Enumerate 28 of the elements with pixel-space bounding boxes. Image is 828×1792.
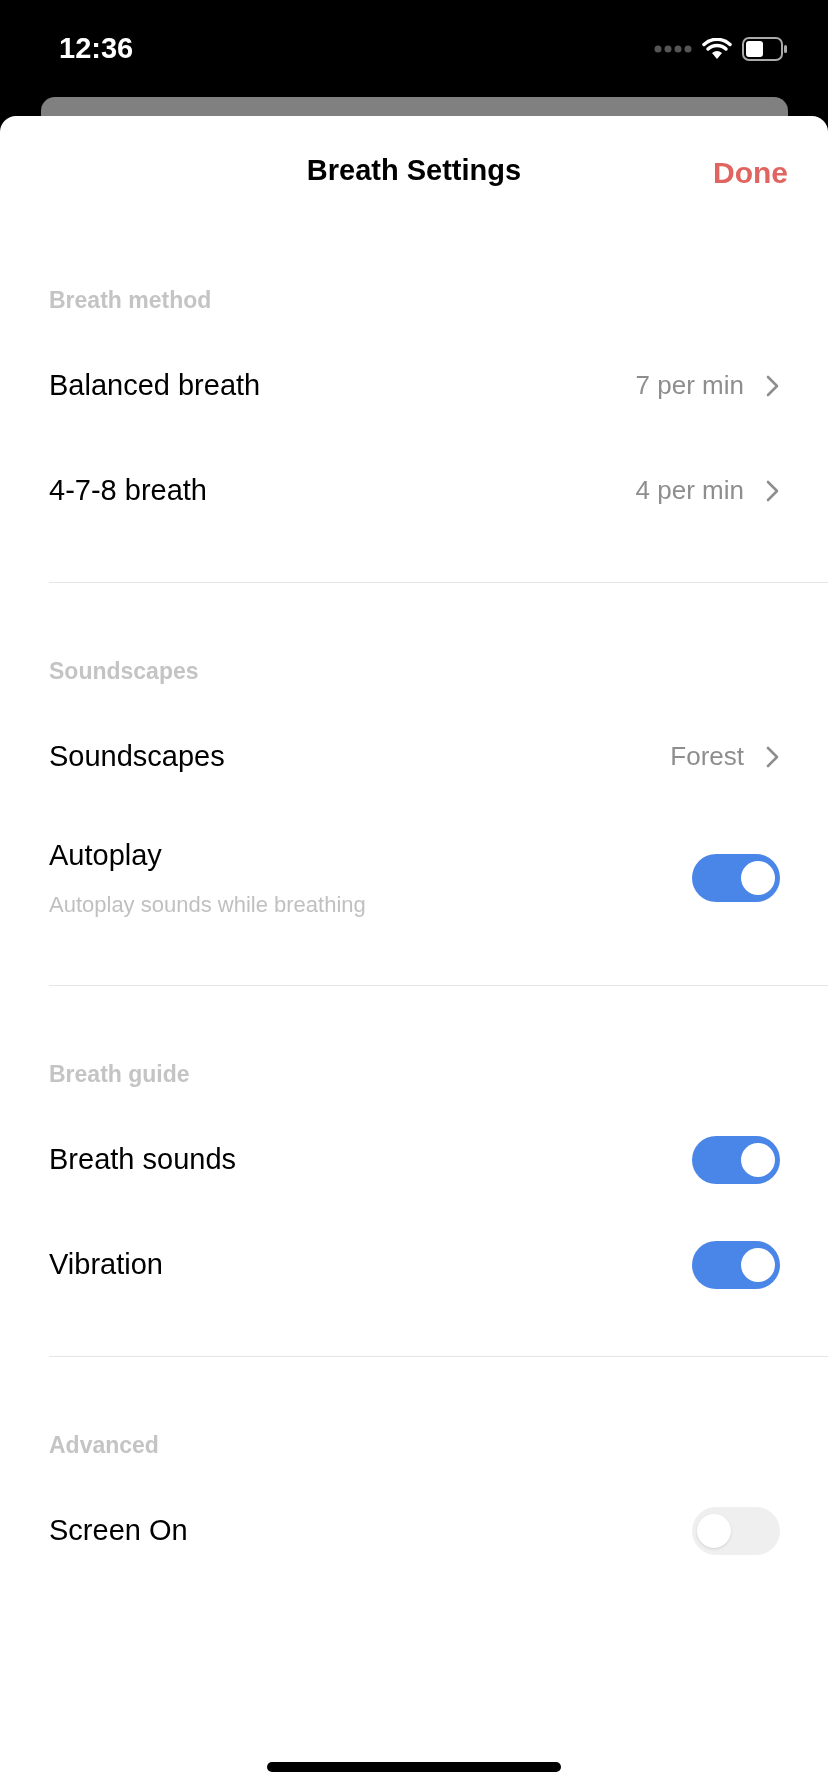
section-header: Advanced: [49, 1430, 159, 1460]
wifi-icon: [702, 37, 732, 60]
setting-value: Forest: [670, 740, 744, 773]
chevron-right-icon[interactable]: [766, 479, 779, 502]
setting-label: Breath sounds: [49, 1141, 236, 1177]
section-header: Breath method: [49, 285, 212, 315]
toggle-switch[interactable]: [692, 853, 780, 902]
toggle-switch[interactable]: [692, 1240, 780, 1289]
section-header: Breath guide: [49, 1059, 190, 1089]
sheet-title: Breath Settings: [306, 153, 522, 189]
setting-label: Autoplay: [49, 838, 163, 874]
signal-icon: [654, 44, 692, 53]
setting-value: 7 per min: [635, 369, 744, 402]
toggle-switch[interactable]: [692, 1506, 780, 1555]
chevron-right-icon[interactable]: [766, 745, 779, 768]
battery-icon: [742, 36, 788, 61]
setting-label: Screen On: [49, 1512, 188, 1548]
setting-value: 4 per min: [635, 474, 744, 507]
section-header: Soundscapes: [49, 656, 199, 686]
toggle-switch[interactable]: [692, 1135, 780, 1184]
setting-label: 4-7-8 breath: [49, 472, 207, 508]
setting-label: Balanced breath: [49, 367, 261, 403]
done-button[interactable]: Done: [713, 150, 788, 195]
setting-label: Soundscapes: [49, 738, 225, 774]
status-time: 12:36: [59, 30, 134, 66]
chevron-right-icon[interactable]: [766, 374, 779, 397]
setting-label: Vibration: [49, 1246, 163, 1282]
setting-description: Autoplay sounds while breathing: [49, 890, 366, 919]
